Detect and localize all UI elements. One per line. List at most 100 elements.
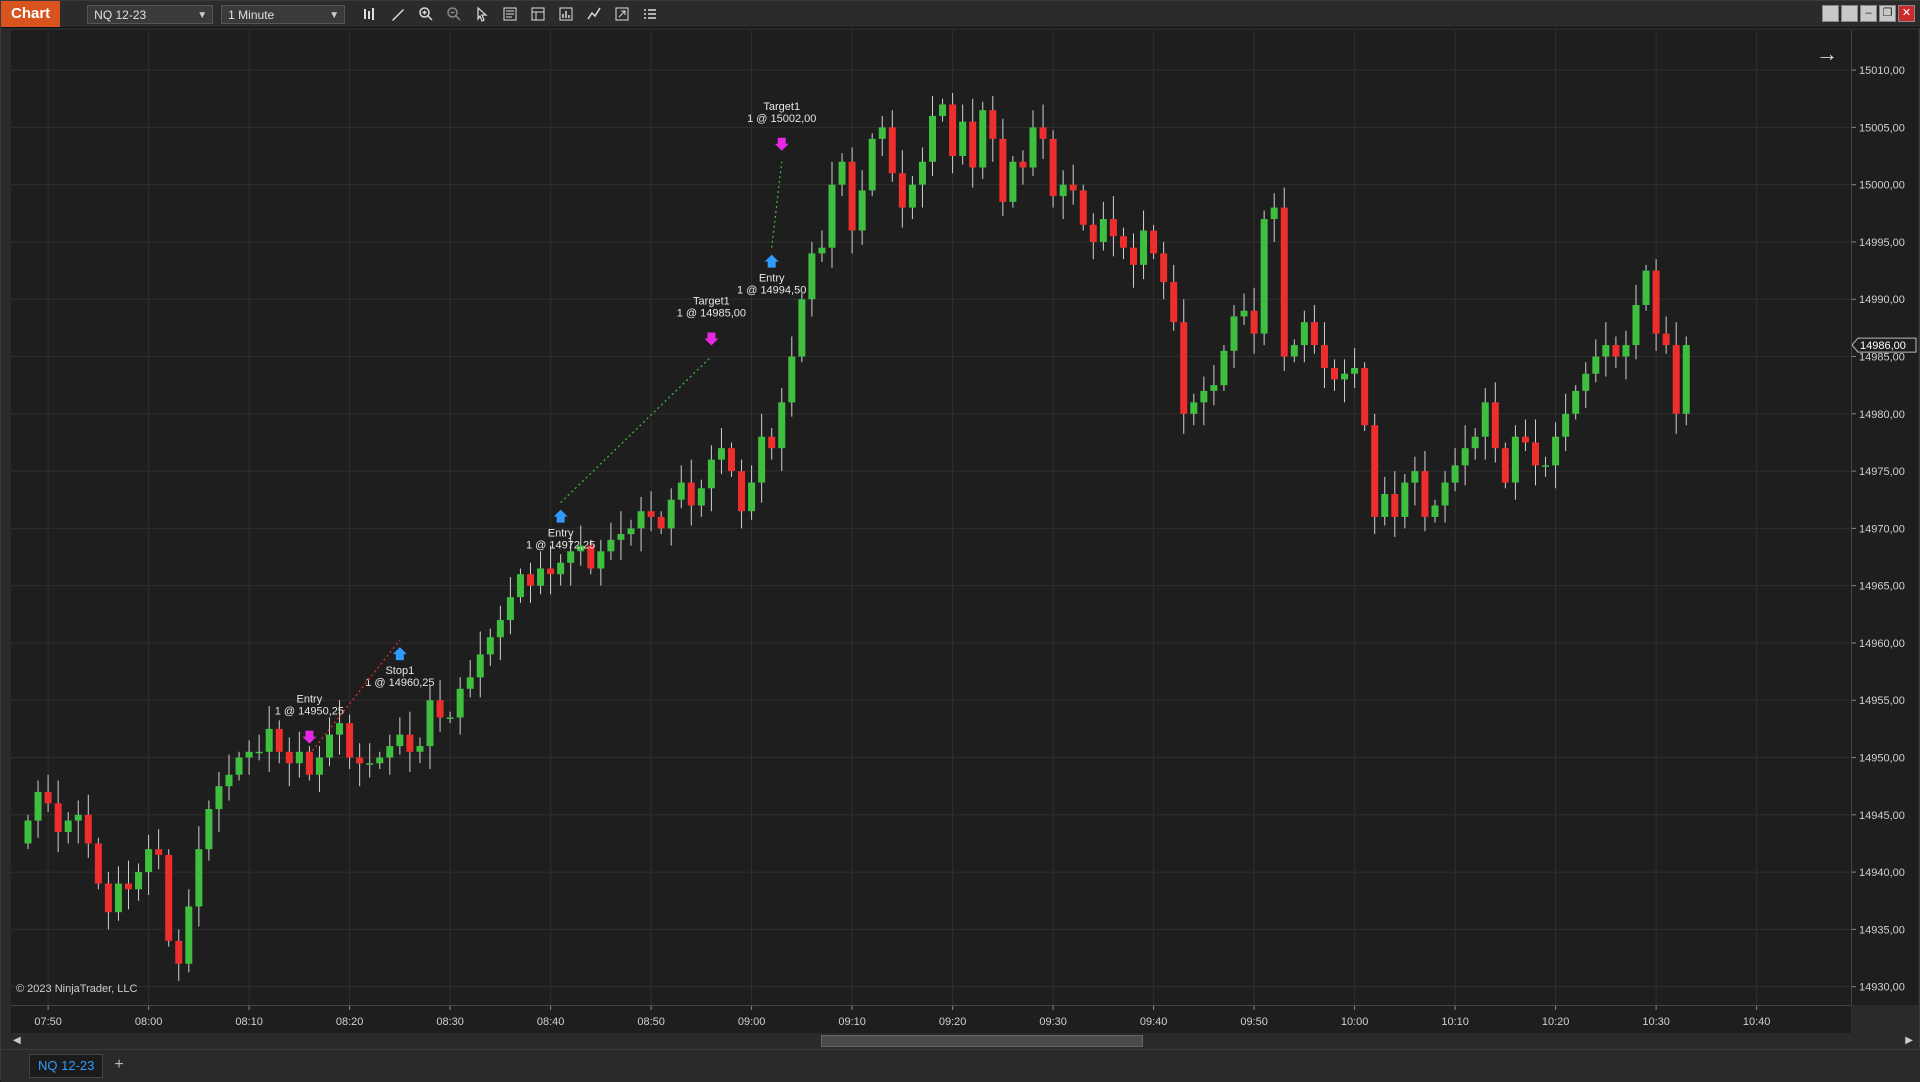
candle-body [275,728,283,752]
chart-panel[interactable]: Entry 1 @ 14950,25 Stop1 1 @ 14960,25 Entry 1… [11,30,1851,1005]
candle [1381,476,1389,526]
pointer-icon[interactable] [471,3,493,25]
candle [1682,336,1690,426]
minimize-button[interactable]: – [1860,5,1877,22]
candle-body [697,488,705,506]
price-tick-label: 14955,00 [1859,695,1905,707]
tile-left-icon[interactable] [1822,5,1839,22]
candle [346,714,354,769]
candle [949,93,957,174]
restore-button[interactable]: ❐ [1879,5,1896,22]
candle-body [1612,345,1620,357]
interval-selector[interactable]: 1 Minute ▼ [221,4,346,24]
candle [1662,316,1670,354]
time-axis-labels: 07:50 08:00 08:10 08:20 08:30 08:40 08:50 09:00… [34,1006,1771,1028]
time-tick-label: 08:10 [235,1016,263,1028]
candle-body [44,791,52,804]
list-icon[interactable] [639,3,661,25]
zoom-out-icon[interactable] [443,3,465,25]
candle-body [1170,282,1178,323]
candle [1542,456,1550,477]
candle-body [1351,367,1359,374]
scroll-right-icon[interactable]: ▶ [1905,1035,1913,1046]
candle [285,737,293,787]
candle-body [557,562,565,575]
tab-nq-12-23[interactable]: NQ 12-23 [29,1054,104,1078]
candle [828,161,836,268]
toolbar: Chart NQ 12-23 ▼ 1 Minute ▼ – ❐ ✕ [1,1,1920,28]
candle-body [235,757,243,775]
candle [205,800,213,861]
candle-body [1652,270,1660,334]
scroll-thumb[interactable] [821,1035,1143,1047]
candle-body [828,184,836,248]
candle [1511,425,1519,500]
candle-body [989,110,997,139]
candle [617,511,625,560]
properties-icon[interactable] [527,3,549,25]
time-tick-label: 10:30 [1642,1016,1670,1028]
candle [868,133,876,197]
candle [677,465,685,509]
time-axis[interactable]: 07:50 08:00 08:10 08:20 08:30 08:40 08:50 09:00… [11,1005,1851,1034]
candle-body [1371,425,1379,517]
candle-body [336,723,344,735]
candle-body [888,127,896,174]
price-tick-label: 14935,00 [1859,924,1905,936]
instrument-selector[interactable]: NQ 12-23 ▼ [87,4,214,24]
candle [969,98,977,188]
candle-body [607,539,615,552]
candle [1160,241,1168,300]
trade-arrow-up-icon [392,647,407,661]
candle [1612,336,1620,368]
share-icon[interactable] [611,3,633,25]
close-button[interactable]: ✕ [1898,5,1915,22]
indicators-icon[interactable] [583,3,605,25]
candle-body [396,734,404,747]
candle [758,413,766,503]
trade-type-label: Entry [548,528,574,540]
horizontal-scrollbar[interactable]: ◀ ▶ [11,1033,1917,1049]
candle [657,511,665,535]
candle-body [808,253,816,300]
candle [44,774,52,812]
zoom-in-icon[interactable] [415,3,437,25]
candle [768,428,776,460]
candle-body [1471,436,1479,449]
strategies-icon[interactable] [555,3,577,25]
candle [1592,339,1600,383]
candle [808,241,816,317]
bar-type-icon[interactable] [359,3,381,25]
candle [1602,322,1610,377]
candle [728,442,735,477]
time-tick-label: 09:30 [1039,1016,1067,1028]
candle-body [1461,448,1469,466]
candle [547,545,555,595]
arrow-right-icon[interactable]: → [1816,41,1838,67]
candle-body [386,746,394,758]
trade-price-label: 1 @ 14994,50 [737,285,806,297]
price-tick-label: 14985,00 [1859,352,1905,364]
candle-body [84,814,92,844]
chart-menu-button[interactable]: Chart [1,1,61,27]
trade-type-label: Target1 [763,101,800,113]
draw-tool-icon[interactable] [387,3,409,25]
candle [135,863,143,901]
price-chart[interactable]: Entry1 @ 14950,25Stop11 @ 14960,25Entry1… [11,30,1851,1005]
time-tick-label: 10:00 [1341,1016,1369,1028]
price-axis[interactable]: 14930,00 14935,00 14940,00 14945,00 14950,00… [1851,30,1918,1005]
candle [295,731,303,778]
copyright-text: © 2023 NinjaTrader, LLC [16,983,138,995]
candle-body [1240,310,1248,317]
price-tick-label: 14970,00 [1859,523,1905,535]
candle [84,794,92,858]
data-box-icon[interactable] [499,3,521,25]
tile-right-icon[interactable] [1841,5,1858,22]
candle-body [788,356,796,403]
time-tick-label: 10:40 [1743,1016,1771,1028]
add-tab-button[interactable]: + [109,1054,129,1076]
scroll-left-icon[interactable]: ◀ [13,1035,21,1046]
candle-body [326,734,333,758]
candle-body [466,677,474,689]
candle [456,677,464,735]
